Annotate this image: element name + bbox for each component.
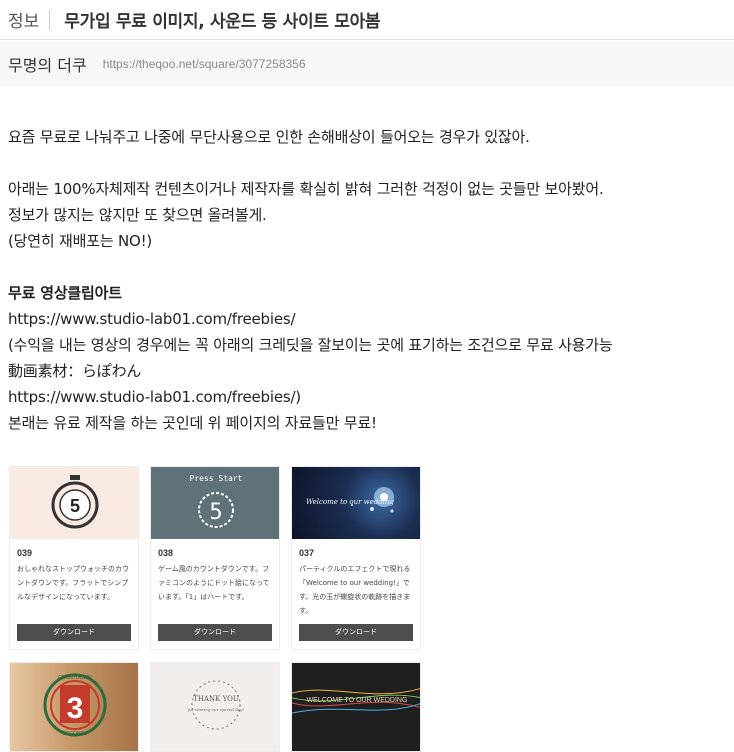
- card-description: おしゃれなストップウォッチのカウントダウンです。フラットでシンプルなデザインにな…: [17, 565, 129, 601]
- section-heading: 무료 영상클립아트: [8, 284, 122, 302]
- card-thumbnail[interactable]: 3 COUNTDOWN SECONDS: [10, 663, 138, 751]
- body-link[interactable]: https://www.studio-lab01.com/freebies/: [8, 306, 734, 332]
- svg-text:SECONDS: SECONDS: [63, 731, 88, 737]
- svg-text:Press Start: Press Start: [190, 474, 243, 483]
- svg-text:THANK YOU: THANK YOU: [193, 695, 239, 703]
- svg-text:for sharing our special day!: for sharing our special day!: [187, 707, 244, 712]
- post-body: 요즘 무료로 나눠주고 나중에 무단사용으로 인한 손해배상이 들어오는 경우가…: [8, 124, 734, 436]
- body-line: (수익을 내는 영상의 경우에는 꼭 아래의 크레딧을 잘보이는 곳에 표기하는…: [8, 336, 613, 354]
- card-thumbnail[interactable]: Press Start 5: [151, 467, 279, 539]
- card-number: 038: [158, 548, 174, 558]
- card-thumbnail[interactable]: 5: [10, 467, 138, 539]
- download-button[interactable]: ダウンロード: [299, 624, 413, 641]
- card-thumbnail[interactable]: WELCOME TO OUR WEDDING: [292, 663, 420, 751]
- body-line: 아래는 100%자체제작 컨텐츠이거나 제작자를 확실히 밝혀 그러한 걱정이 …: [8, 180, 604, 198]
- body-line: 본래는 유료 제작을 하는 곳인데 위 페이지의 자료들만 무료!: [8, 414, 377, 432]
- body-line: 정보가 많지는 않지만 또 찾으면 올려볼게.: [8, 206, 267, 224]
- countdown-3-icon: 3 COUNTDOWN SECONDS: [43, 673, 107, 737]
- download-button[interactable]: ダウンロード: [17, 624, 131, 641]
- freebie-card: 3 COUNTDOWN SECONDS: [9, 662, 139, 752]
- body-line: 動画素材：らぽわん: [8, 362, 142, 380]
- card-number: 037: [299, 548, 315, 558]
- post-header: 정보 무가입 무료 이미지, 사운드 등 사이트 모아봄: [0, 0, 734, 40]
- freebie-card: 5 039 おしゃれなストップウォッチのカウントダウンです。フラットでシンプルな…: [9, 466, 139, 650]
- post-meta: 무명의 더쿠 https://theqoo.net/square/3077258…: [0, 42, 734, 86]
- sparkle-effect-icon: Welcome to our wedding: [306, 487, 395, 513]
- author-name: 무명의 더쿠: [8, 56, 87, 75]
- post-url[interactable]: https://theqoo.net/square/3077258356: [103, 57, 306, 71]
- card-number: 039: [17, 548, 33, 558]
- stopwatch-icon: 5: [51, 475, 99, 529]
- body-line: https://www.studio-lab01.com/freebies/): [8, 388, 301, 406]
- svg-text:5: 5: [209, 500, 222, 525]
- card-thumbnail[interactable]: THANK YOU for sharing our special day!: [151, 663, 279, 751]
- header-divider: [49, 9, 51, 30]
- freebie-card: WELCOME TO OUR WEDDING: [291, 662, 421, 752]
- pixel-countdown-icon: Press Start 5: [190, 474, 243, 528]
- streaks-icon: WELCOME TO OUR WEDDING: [292, 687, 420, 714]
- body-line: 요즘 무료로 나눠주고 나중에 무단사용으로 인한 손해배상이 들어오는 경우가…: [8, 128, 530, 146]
- card-thumbnail[interactable]: Welcome to our wedding: [292, 467, 420, 539]
- card-description: ゲーム風のカウントダウンです。ファミコンのようにドット絵になっています。「1」は…: [158, 565, 270, 601]
- svg-text:Welcome to our wedding: Welcome to our wedding: [306, 498, 395, 506]
- download-button[interactable]: ダウンロード: [158, 624, 272, 641]
- card-description: パーティクルのエフェクトで現れる「Welcome to our wedding!…: [299, 565, 411, 615]
- svg-text:5: 5: [70, 496, 80, 516]
- svg-text:3: 3: [67, 692, 84, 725]
- freebie-card: Press Start 5 038 ゲーム風のカウントダウンです。ファミコンのよ…: [150, 466, 280, 650]
- category-label[interactable]: 정보: [8, 7, 39, 32]
- svg-text:COUNTDOWN: COUNTDOWN: [58, 675, 92, 681]
- freebie-card: THANK YOU for sharing our special day!: [150, 662, 280, 752]
- freebie-card: Welcome to our wedding 037 パーティクルのエフェクトで…: [291, 466, 421, 650]
- body-line: (당연히 재배포는 NO!): [8, 232, 153, 250]
- wreath-icon: THANK YOU for sharing our special day!: [187, 680, 244, 730]
- svg-text:WELCOME TO OUR WEDDING: WELCOME TO OUR WEDDING: [307, 697, 408, 704]
- post-title: 무가입 무료 이미지, 사운드 등 사이트 모아봄: [64, 12, 381, 32]
